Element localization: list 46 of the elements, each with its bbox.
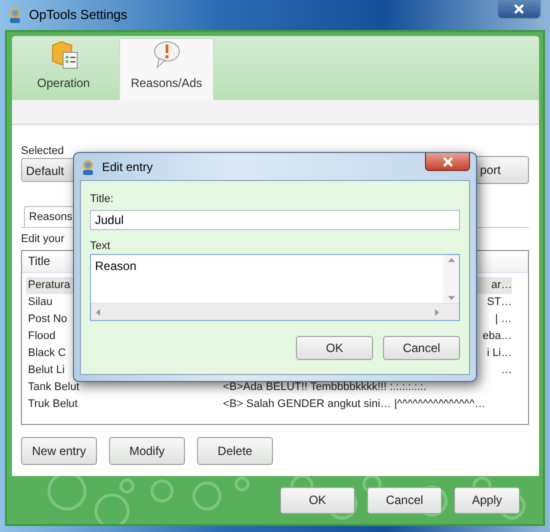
app-icon [7, 7, 23, 23]
close-icon [513, 4, 525, 14]
list-label: Edit your [21, 232, 64, 247]
table-cell: Flood [28, 330, 56, 342]
table-cell-text: eba… [482, 328, 512, 344]
ok-button[interactable]: OK [280, 486, 355, 514]
table-cell: Black C [28, 346, 66, 359]
table-cell: Belut Li [28, 364, 65, 376]
close-icon [442, 156, 454, 166]
close-button[interactable] [497, 0, 541, 19]
ok-button[interactable]: OK [296, 336, 373, 360]
field-label: Title: [90, 192, 114, 207]
table-cell: Tank Belut [28, 380, 80, 393]
table-cell: Peratura [28, 278, 70, 291]
table-cell-text: <B>Ada BELUT!! Tembbbbkkkk!!! :.:.:.:.:.:. [223, 380, 426, 395]
table-cell: Truk Belut [28, 398, 78, 410]
column-header: Title [28, 253, 50, 270]
table-cell-text: ar… [491, 278, 512, 293]
vertical-scrollbar[interactable] [443, 255, 459, 303]
apply-button[interactable]: Apply [454, 486, 520, 514]
action-button[interactable]: Delete [197, 436, 273, 464]
dialog-title: Edit entry [102, 158, 153, 176]
table-cell-text: i Li… [486, 346, 512, 361]
cancel-button[interactable]: Cancel [367, 486, 442, 514]
field-label: Text [90, 238, 112, 254]
scroll-left-icon [96, 308, 100, 316]
horizontal-scrollbar[interactable] [91, 303, 459, 320]
app-icon [80, 158, 96, 174]
settings-tab[interactable]: Reasons/Ads [119, 38, 214, 100]
table-cell-text: … [501, 362, 512, 378]
table-cell-text: | … [495, 312, 512, 327]
table-cell: Silau [28, 296, 52, 308]
scroll-right-icon [435, 308, 439, 316]
table-cell-text: <B> Salah GENDER angkut sini… |^^^^^^^^^^^^^^^… [223, 396, 486, 412]
table-cell: Post No [28, 312, 68, 325]
title-field[interactable]: Judul [90, 210, 460, 230]
scroll-down-icon [448, 296, 454, 300]
table-cell-text: ST… [486, 294, 512, 310]
field-label: Selected [21, 144, 64, 159]
action-button[interactable]: Modify [109, 436, 185, 464]
close-button[interactable] [425, 153, 470, 171]
scroll-up-icon [448, 258, 454, 262]
cancel-button[interactable]: Cancel [383, 336, 460, 360]
action-button[interactable]: New entry [21, 436, 97, 464]
settings-tab[interactable]: Operation [16, 38, 111, 100]
window-title: OpTools Settings [29, 6, 128, 24]
